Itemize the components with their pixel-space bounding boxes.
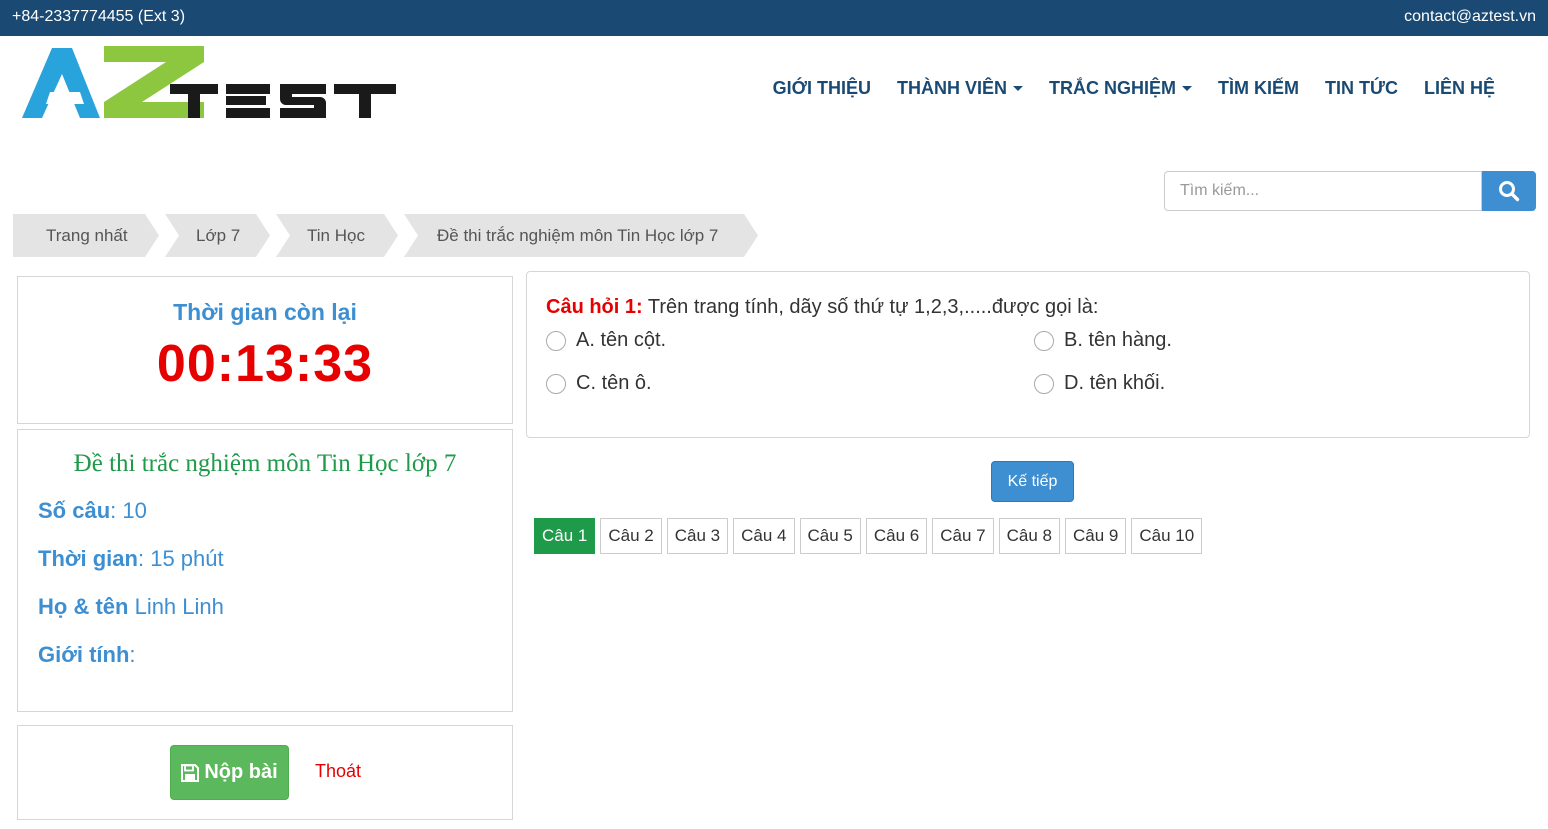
question-pager: Câu 1 Câu 2 Câu 3 Câu 4 Câu 5 Câu 6 Câu …: [534, 518, 1203, 554]
pager-question-4[interactable]: Câu 4: [733, 518, 795, 554]
search-input[interactable]: [1164, 171, 1482, 211]
breadcrumb-lop-7[interactable]: Lớp 7: [165, 214, 270, 257]
main-nav: GIỚI THIỆU THÀNH VIÊN TRẮC NGHIỆM TÌM KI…: [760, 78, 1508, 99]
nav-item-thanh-vien[interactable]: THÀNH VIÊN: [884, 78, 1036, 99]
submit-button[interactable]: Nộp bài: [170, 745, 289, 800]
radio-button[interactable]: [1034, 330, 1054, 351]
caret-down-icon: [1182, 86, 1193, 91]
pager-question-9[interactable]: Câu 9: [1065, 518, 1127, 554]
breadcrumb-home[interactable]: Trang nhất: [13, 214, 159, 257]
pager-question-6[interactable]: Câu 6: [865, 518, 928, 554]
next-button[interactable]: Kế tiếp: [991, 461, 1074, 502]
exit-link[interactable]: Thoát: [315, 761, 361, 782]
option-d[interactable]: D. tên khối.: [1034, 372, 1165, 395]
pager-question-1[interactable]: Câu 1: [534, 518, 596, 554]
breadcrumb: Trang nhất Lớp 7 Tin Học Đề thi trắc ngh…: [13, 214, 764, 257]
pager-question-8[interactable]: Câu 8: [998, 518, 1060, 554]
exam-title: Đề thi trắc nghiệm môn Tin Học lớp 7: [73, 450, 457, 477]
timer-panel: Thời gian còn lại 00:13:33: [17, 276, 513, 424]
option-c[interactable]: C. tên ô.: [546, 372, 652, 395]
radio-button[interactable]: [546, 373, 566, 394]
radio-button[interactable]: [1034, 373, 1054, 394]
search-bar: [1164, 171, 1536, 211]
nav-item-tin-tuc[interactable]: TIN TỨC: [1312, 78, 1411, 99]
pager-question-5[interactable]: Câu 5: [799, 518, 861, 554]
question-panel: Câu hỏi 1: Trên trang tính, dãy số thứ t…: [526, 271, 1530, 438]
pager-question-3[interactable]: Câu 3: [666, 518, 729, 554]
contact-email[interactable]: contact@aztest.vn: [1404, 8, 1536, 26]
info-full-name: Họ & tên Linh Linh: [38, 594, 224, 619]
actions-panel: Nộp bài Thoát: [17, 725, 513, 820]
info-question-count: Số câu: 10: [38, 498, 147, 523]
top-bar: +84-2337774455 (Ext 3) contact@aztest.vn: [0, 0, 1548, 36]
option-b[interactable]: B. tên hàng.: [1034, 329, 1172, 352]
info-gender: Giới tính:: [38, 642, 136, 667]
pager-question-10[interactable]: Câu 10: [1131, 518, 1203, 554]
radio-button[interactable]: [546, 330, 566, 351]
breadcrumb-current-exam[interactable]: Đề thi trắc nghiệm môn Tin Học lớp 7: [404, 214, 758, 257]
nav-item-tim-kiem[interactable]: TÌM KIẾM: [1205, 78, 1312, 99]
save-icon: [181, 763, 200, 782]
site-logo[interactable]: [20, 44, 400, 122]
exam-info-panel: Đề thi trắc nghiệm môn Tin Học lớp 7 Số …: [17, 429, 513, 712]
contact-phone: +84-2337774455 (Ext 3): [12, 8, 186, 25]
question-text: Câu hỏi 1: Trên trang tính, dãy số thứ t…: [546, 296, 1099, 318]
option-a[interactable]: A. tên cột.: [546, 329, 666, 352]
info-duration: Thời gian: 15 phút: [38, 546, 224, 571]
pager-question-7[interactable]: Câu 7: [932, 518, 994, 554]
timer-title: Thời gian còn lại: [173, 299, 357, 325]
nav-item-trac-nghiem[interactable]: TRẮC NGHIỆM: [1036, 78, 1205, 99]
question-label: Câu hỏi 1:: [546, 296, 643, 318]
nav-item-lien-he[interactable]: LIÊN HỆ: [1411, 78, 1508, 99]
search-button[interactable]: [1482, 171, 1536, 211]
timer-value: 00:13:33: [156, 335, 374, 393]
search-icon: [1499, 181, 1520, 202]
caret-down-icon: [1013, 86, 1024, 91]
nav-item-gioi-thieu[interactable]: GIỚI THIỆU: [760, 78, 884, 99]
pager-question-2[interactable]: Câu 2: [600, 518, 662, 554]
breadcrumb-tin-hoc[interactable]: Tin Học: [276, 214, 398, 257]
